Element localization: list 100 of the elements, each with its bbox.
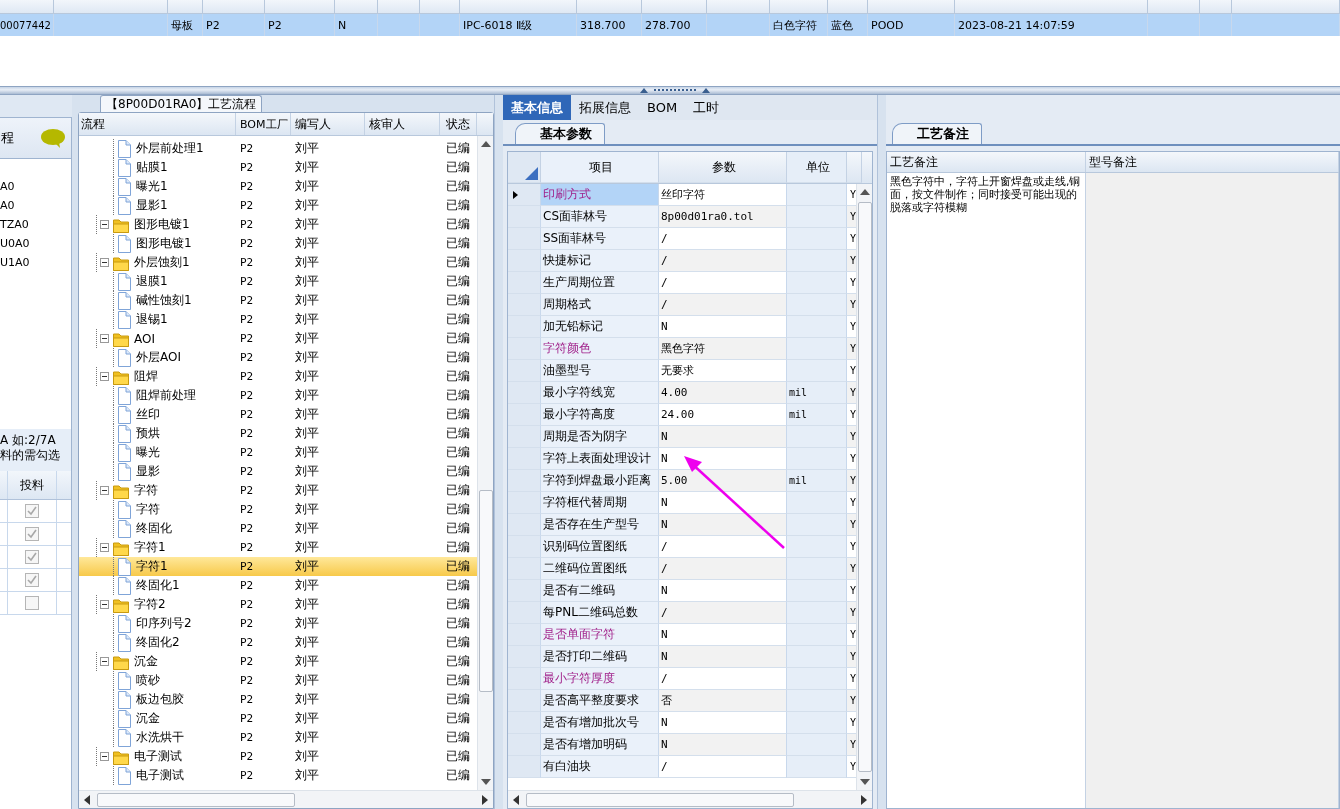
grid-row[interactable]: CS面菲林号 8p00d01ra0.tol Y — [508, 206, 856, 228]
grid-row[interactable]: 有白油块 / Y — [508, 756, 856, 778]
tree-row[interactable]: 沉金 P2 刘平 已编 — [79, 652, 477, 671]
column-header[interactable]: 编写人 — [291, 113, 365, 135]
tree-row[interactable]: 字符2 P2 刘平 已编 — [79, 595, 477, 614]
tree-row[interactable]: 外层前处理1 P2 刘平 已编 — [79, 139, 477, 158]
tree-row[interactable]: 外层AOI P2 刘平 已编 — [79, 348, 477, 367]
tree-row[interactable]: 图形电镀1 P2 刘平 已编 — [79, 234, 477, 253]
grid-row[interactable]: 字符到焊盘最小距离 5.00 mil Y — [508, 470, 856, 492]
scrollbar[interactable] — [79, 790, 493, 808]
tree-row[interactable]: 预烘 P2 刘平 已编 — [79, 424, 477, 443]
grid-row[interactable]: 加无铅标记 N Y — [508, 316, 856, 338]
column-header[interactable]: 项目 — [541, 152, 659, 183]
checkbox[interactable] — [25, 550, 39, 564]
list-item[interactable]: A0 — [0, 177, 71, 196]
grid-row[interactable]: 油墨型号 无要求 Y — [508, 360, 856, 382]
collapse-icon[interactable] — [100, 752, 109, 761]
column-header[interactable] — [508, 152, 541, 183]
tree-row[interactable]: 水洗烘干 P2 刘平 已编 — [79, 728, 477, 747]
tree-row[interactable]: 碱性蚀刻1 P2 刘平 已编 — [79, 291, 477, 310]
collapse-icon[interactable] — [100, 600, 109, 609]
grid-row[interactable]: 是否有二维码 N Y — [508, 580, 856, 602]
checkbox[interactable] — [25, 527, 39, 541]
grid-row[interactable]: 字符上表面处理设计 N Y — [508, 448, 856, 470]
tree-row[interactable]: 图形电镀1 P2 刘平 已编 — [79, 215, 477, 234]
grid-row[interactable]: 是否打印二维码 N Y — [508, 646, 856, 668]
tree-row[interactable]: AOI P2 刘平 已编 — [79, 329, 477, 348]
grid-row[interactable]: 快捷标记 / Y — [508, 250, 856, 272]
tab[interactable]: 基本参数 — [515, 123, 605, 144]
grid-row[interactable]: SS面菲林号 / Y — [508, 228, 856, 250]
column-header[interactable]: 单位 — [787, 152, 847, 183]
grid-row[interactable]: 周期是否为阴字 N Y — [508, 426, 856, 448]
scrollbar[interactable] — [477, 136, 493, 790]
tree-row[interactable]: 终固化2 P2 刘平 已编 — [79, 633, 477, 652]
grid-row[interactable]: 字符颜色 黑色字符 Y — [508, 338, 856, 360]
tree-row[interactable]: 喷砂 P2 刘平 已编 — [79, 671, 477, 690]
scrollbar-thumb[interactable] — [478, 490, 493, 692]
column-header[interactable]: 状态 — [440, 113, 477, 135]
tree-row[interactable]: 沉金 P2 刘平 已编 — [79, 709, 477, 728]
grid-row[interactable]: 是否存在生产型号 N Y — [508, 514, 856, 536]
tree-row[interactable]: 终固化 P2 刘平 已编 — [79, 519, 477, 538]
row-header[interactable] — [508, 184, 541, 206]
grid-row[interactable]: 识别码位置图纸 / Y — [508, 536, 856, 558]
tab[interactable]: 工时 — [685, 95, 728, 120]
tree-row[interactable]: 字符1 P2 刘平 已编 — [79, 557, 477, 576]
scrollbar[interactable] — [508, 790, 872, 808]
list-item[interactable]: U1A0 — [0, 253, 71, 272]
grid-row[interactable]: 是否有增加批次号 N Y — [508, 712, 856, 734]
tree-row[interactable]: 阻焊前处理 P2 刘平 已编 — [79, 386, 477, 405]
grid-row[interactable]: 印刷方式 丝印字符 Y — [508, 184, 856, 206]
tree-row[interactable]: 贴膜1 P2 刘平 已编 — [79, 158, 477, 177]
grid-row[interactable]: 最小字符高度 24.00 mil Y — [508, 404, 856, 426]
checkbox[interactable] — [25, 504, 39, 518]
grid-row[interactable]: 周期格式 / Y — [508, 294, 856, 316]
tree-row[interactable]: 丝印 P2 刘平 已编 — [79, 405, 477, 424]
tree-row[interactable]: 电子测试 P2 刘平 已编 — [79, 747, 477, 766]
grid-row[interactable]: 字符框代替周期 N Y — [508, 492, 856, 514]
grid-row[interactable]: 是否单面字符 N Y — [508, 624, 856, 646]
checkbox[interactable] — [25, 573, 39, 587]
tab[interactable]: 工艺备注 — [892, 123, 982, 144]
column-header[interactable]: BOM工厂 — [236, 113, 291, 135]
grid-row[interactable]: 是否高平整度要求 否 Y — [508, 690, 856, 712]
collapse-icon[interactable] — [100, 543, 109, 552]
scrollbar-thumb[interactable] — [526, 792, 794, 807]
list-item[interactable]: A0 — [0, 196, 71, 215]
grid-row[interactable]: 00077442 母板 P2 P2 N IPC-6018 Ⅱ级 318.700 278.700 白色字符 蓝色 POOD 2023-08-21 14:07:59 — [0, 14, 1340, 36]
column-header[interactable]: 工艺备注 — [887, 152, 1086, 172]
grid-row[interactable]: 最小字符厚度 / Y — [508, 668, 856, 690]
scrollbar-thumb[interactable] — [97, 792, 295, 807]
collapse-icon[interactable] — [100, 334, 109, 343]
tab[interactable]: 基本信息 — [503, 95, 571, 120]
tree-row[interactable]: 板边包胶 P2 刘平 已编 — [79, 690, 477, 709]
tree-row[interactable]: 印序列号2 P2 刘平 已编 — [79, 614, 477, 633]
collapse-icon[interactable] — [100, 258, 109, 267]
tree-row[interactable]: 曝光1 P2 刘平 已编 — [79, 177, 477, 196]
grid-row[interactable]: 最小字符线宽 4.00 mil Y — [508, 382, 856, 404]
tree-row[interactable]: 字符 P2 刘平 已编 — [79, 500, 477, 519]
tab[interactable]: BOM — [639, 95, 686, 120]
grid-row[interactable]: 是否有增加明码 N Y — [508, 734, 856, 756]
grid-row[interactable]: 每PNL二维码总数 / Y — [508, 602, 856, 624]
tree-row[interactable]: 曝光 P2 刘平 已编 — [79, 443, 477, 462]
collapse-icon[interactable] — [100, 220, 109, 229]
collapse-icon[interactable] — [100, 486, 109, 495]
collapse-icon[interactable] — [100, 657, 109, 666]
list-item[interactable]: TZA0 — [0, 215, 71, 234]
column-header[interactable]: 核审人 — [365, 113, 440, 135]
tree-row[interactable]: 电子测试 P2 刘平 已编 — [79, 766, 477, 785]
tree-row[interactable]: 终固化1 P2 刘平 已编 — [79, 576, 477, 595]
tree-row[interactable]: 退膜1 P2 刘平 已编 — [79, 272, 477, 291]
grid-row[interactable]: 二维码位置图纸 / Y — [508, 558, 856, 580]
column-header[interactable]: 流程 — [79, 113, 236, 135]
tab[interactable]: 拓展信息 — [571, 95, 639, 120]
tree-row[interactable]: 阻焊 P2 刘平 已编 — [79, 367, 477, 386]
splitter-grip-icon[interactable] — [640, 87, 710, 93]
grid-row[interactable]: 生产周期位置 / Y — [508, 272, 856, 294]
tree-row[interactable]: 退锡1 P2 刘平 已编 — [79, 310, 477, 329]
tree-row[interactable]: 字符 P2 刘平 已编 — [79, 481, 477, 500]
tree-row[interactable]: 显影1 P2 刘平 已编 — [79, 196, 477, 215]
tree-row[interactable]: 外层蚀刻1 P2 刘平 已编 — [79, 253, 477, 272]
list-item[interactable]: U0A0 — [0, 234, 71, 253]
